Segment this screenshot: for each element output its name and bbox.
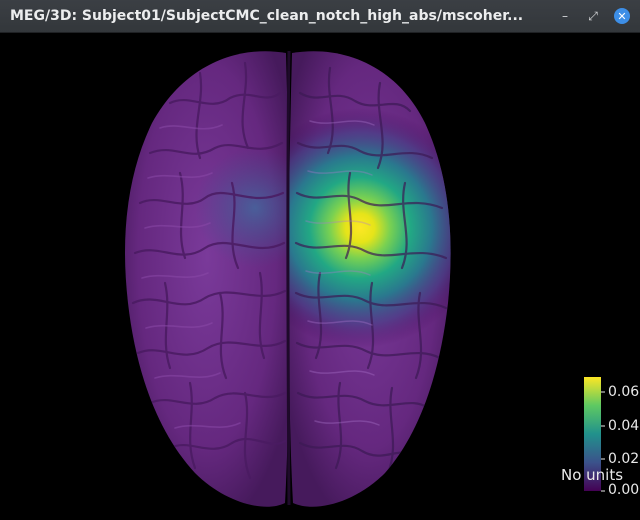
colorbar-units: No units	[561, 466, 624, 484]
right-hemisphere[interactable]	[285, 43, 460, 520]
window-title: MEG/3D: Subject01/SubjectCMC_clean_notch…	[10, 8, 524, 24]
interhemispheric-fissure	[286, 50, 291, 506]
left-hemisphere[interactable]	[120, 43, 295, 520]
title-bar[interactable]: MEG/3D: Subject01/SubjectCMC_clean_notch…	[0, 0, 640, 33]
colorbar-label-mid-high: 0.04	[608, 418, 640, 434]
colorbar-label-min: 0.00	[608, 482, 640, 498]
minimize-icon[interactable]: –	[557, 8, 573, 24]
3d-viewport[interactable]: 0.06 0.04 0.02 0.00	[0, 33, 640, 520]
brain-render[interactable]	[0, 33, 640, 520]
figure-window: MEG/3D: Subject01/SubjectCMC_clean_notch…	[0, 0, 640, 520]
colorbar-label-max: 0.06	[608, 384, 640, 400]
restore-icon[interactable]: ⤢	[585, 8, 601, 24]
colorbar-label-mid-low: 0.02	[608, 451, 640, 467]
close-icon[interactable]: ✕	[614, 8, 630, 24]
